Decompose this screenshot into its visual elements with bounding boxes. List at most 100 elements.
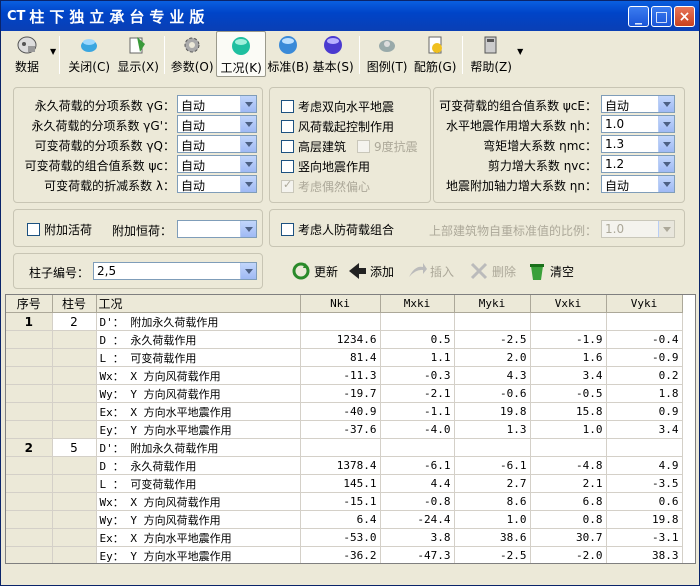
minimize-button[interactable]: _ bbox=[628, 6, 649, 27]
value-cell[interactable]: 0.6 bbox=[606, 492, 683, 511]
table-row[interactable]: D ： 永久荷载作用 1234.6 0.5 -2.5 -1.9 -0.4 bbox=[6, 330, 683, 349]
option-checkbox-4[interactable]: 竖向地震作用 bbox=[281, 157, 370, 175]
table-row[interactable]: 1 2 D'： 附加永久荷载作用 bbox=[6, 312, 683, 331]
value-cell[interactable]: -0.9 bbox=[606, 348, 683, 367]
add-dead-combo[interactable] bbox=[177, 220, 257, 238]
value-cell[interactable]: 1.6 bbox=[530, 348, 607, 367]
value-cell[interactable]: -0.4 bbox=[606, 330, 683, 349]
value-cell[interactable]: 1.8 bbox=[606, 384, 683, 403]
value-cell[interactable]: -15.1 bbox=[300, 492, 381, 511]
toolbar-standard-button[interactable]: 标准(B) bbox=[266, 31, 310, 77]
value-cell[interactable]: -40.9 bbox=[300, 402, 381, 421]
column-no-cell[interactable] bbox=[52, 492, 97, 511]
value-cell[interactable]: 6.8 bbox=[530, 492, 607, 511]
value-cell[interactable]: -36.2 bbox=[300, 546, 381, 563]
value-cell[interactable]: -1.1 bbox=[380, 402, 455, 421]
column-no-cell[interactable] bbox=[52, 474, 97, 493]
factor-left-3-combo[interactable]: 自动 bbox=[177, 155, 257, 173]
column-no-cell[interactable] bbox=[52, 510, 97, 529]
value-cell[interactable]: 38.6 bbox=[454, 528, 531, 547]
value-cell[interactable]: -19.7 bbox=[300, 384, 381, 403]
table-row[interactable]: Ex： X 方向水平地震作用 -53.0 3.8 38.6 30.7 -3.1 bbox=[6, 528, 683, 547]
column-no-cell[interactable] bbox=[52, 384, 97, 403]
dropdown-arrow-icon[interactable]: ▼ bbox=[517, 47, 523, 56]
clear-button[interactable]: 清空 bbox=[527, 260, 574, 282]
toolbar-legend-button[interactable]: 图例(T) bbox=[363, 31, 411, 77]
toolbar-case-button[interactable]: 工况(K) bbox=[216, 31, 267, 77]
column-no-cell[interactable] bbox=[52, 528, 97, 547]
toolbar-data-button[interactable]: 数据 bbox=[5, 31, 49, 77]
column-no-cell[interactable]: 2 bbox=[52, 312, 97, 331]
value-cell[interactable] bbox=[606, 438, 683, 457]
table-row[interactable]: Wx： X 方向风荷载作用 -11.3 -0.3 4.3 3.4 0.2 bbox=[6, 366, 683, 385]
value-cell[interactable]: -0.8 bbox=[380, 492, 455, 511]
value-cell[interactable] bbox=[300, 438, 381, 457]
value-cell[interactable] bbox=[530, 438, 607, 457]
column-no-cell[interactable] bbox=[52, 348, 97, 367]
value-cell[interactable]: 19.8 bbox=[454, 402, 531, 421]
option-checkbox-1[interactable]: 风荷载起控制作用 bbox=[281, 117, 394, 135]
value-cell[interactable]: 4.4 bbox=[380, 474, 455, 493]
add-live-checkbox[interactable]: 附加活荷 bbox=[27, 220, 92, 238]
toolbar-display-button[interactable]: 显示(X) bbox=[115, 31, 161, 77]
table-row[interactable]: Ey： Y 方向水平地震作用 -36.2 -47.3 -2.5 -2.0 38.3 bbox=[6, 546, 683, 563]
toolbar-params-button[interactable]: 参数(O) bbox=[168, 31, 216, 77]
factor-left-4-combo[interactable]: 自动 bbox=[177, 175, 257, 193]
value-cell[interactable]: 1234.6 bbox=[300, 330, 381, 349]
value-cell[interactable]: -6.1 bbox=[454, 456, 531, 475]
factor-left-2-combo[interactable]: 自动 bbox=[177, 135, 257, 153]
value-cell[interactable] bbox=[454, 438, 531, 457]
toolbar-help-button[interactable]: 帮助(Z) bbox=[466, 31, 516, 77]
value-cell[interactable]: 0.8 bbox=[530, 510, 607, 529]
value-cell[interactable]: -4.0 bbox=[380, 420, 455, 439]
value-cell[interactable]: 15.8 bbox=[530, 402, 607, 421]
value-cell[interactable]: -0.3 bbox=[380, 366, 455, 385]
value-cell[interactable]: -2.1 bbox=[380, 384, 455, 403]
value-cell[interactable]: -3.5 bbox=[606, 474, 683, 493]
column-no-cell[interactable] bbox=[52, 546, 97, 563]
column-no-cell[interactable] bbox=[52, 330, 97, 349]
column-no-cell[interactable]: 5 bbox=[52, 438, 97, 457]
column-no-cell[interactable] bbox=[52, 456, 97, 475]
table-row[interactable]: Wx： X 方向风荷载作用 -15.1 -0.8 8.6 6.8 0.6 bbox=[6, 492, 683, 511]
value-cell[interactable]: 1.1 bbox=[380, 348, 455, 367]
table-row[interactable]: Wy： Y 方向风荷载作用 -19.7 -2.1 -0.6 -0.5 1.8 bbox=[6, 384, 683, 403]
table-row[interactable]: 2 5 D'： 附加永久荷载作用 bbox=[6, 438, 683, 457]
toolbar-close-button[interactable]: 关闭(C) bbox=[63, 31, 115, 77]
toolbar-basic-button[interactable]: 基本(S) bbox=[310, 31, 356, 77]
table-row[interactable]: L ： 可变荷载作用 81.4 1.1 2.0 1.6 -0.9 bbox=[6, 348, 683, 367]
value-cell[interactable]: -1.9 bbox=[530, 330, 607, 349]
value-cell[interactable]: 2.0 bbox=[454, 348, 531, 367]
factor-right-4-combo[interactable]: 自动 bbox=[601, 175, 675, 193]
value-cell[interactable]: 3.4 bbox=[606, 420, 683, 439]
value-cell[interactable] bbox=[380, 312, 455, 331]
table-row[interactable]: Ey： Y 方向水平地震作用 -37.6 -4.0 1.3 1.0 3.4 bbox=[6, 420, 683, 439]
column-header[interactable]: Myki bbox=[454, 295, 531, 313]
value-cell[interactable]: -4.8 bbox=[530, 456, 607, 475]
value-cell[interactable] bbox=[380, 438, 455, 457]
value-cell[interactable]: 2.1 bbox=[530, 474, 607, 493]
column-header[interactable]: 序号 bbox=[6, 295, 53, 313]
value-cell[interactable] bbox=[530, 312, 607, 331]
dropdown-arrow-icon[interactable]: ▼ bbox=[50, 47, 56, 56]
column-header[interactable]: 柱号 bbox=[52, 295, 97, 313]
civil-defense-checkbox[interactable]: 考虑人防荷载组合 bbox=[281, 220, 394, 238]
value-cell[interactable]: 30.7 bbox=[530, 528, 607, 547]
column-no-cell[interactable] bbox=[52, 420, 97, 439]
value-cell[interactable]: -37.6 bbox=[300, 420, 381, 439]
factor-right-2-combo[interactable]: 1.3 bbox=[601, 135, 675, 153]
value-cell[interactable]: -2.5 bbox=[454, 546, 531, 563]
factor-right-3-combo[interactable]: 1.2 bbox=[601, 155, 675, 173]
value-cell[interactable]: -0.6 bbox=[454, 384, 531, 403]
ratio-combo[interactable]: 1.0 bbox=[601, 220, 675, 238]
value-cell[interactable]: 8.6 bbox=[454, 492, 531, 511]
table-row[interactable]: L ： 可变荷载作用 145.1 4.4 2.7 2.1 -3.5 bbox=[6, 474, 683, 493]
value-cell[interactable]: -47.3 bbox=[380, 546, 455, 563]
value-cell[interactable]: -24.4 bbox=[380, 510, 455, 529]
factor-right-0-combo[interactable]: 自动 bbox=[601, 95, 675, 113]
value-cell[interactable]: -3.1 bbox=[606, 528, 683, 547]
factor-left-0-combo[interactable]: 自动 bbox=[177, 95, 257, 113]
value-cell[interactable]: 81.4 bbox=[300, 348, 381, 367]
option-checkbox-5[interactable]: 考虑偶然偏心 bbox=[281, 177, 370, 195]
column-header[interactable]: Mxki bbox=[380, 295, 455, 313]
